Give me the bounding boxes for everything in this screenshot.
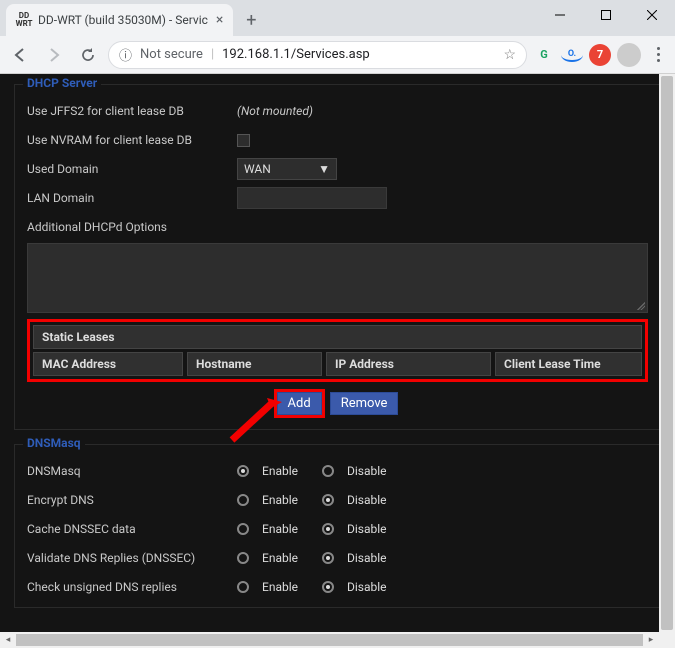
col-hostname: Hostname xyxy=(187,352,322,376)
dnsmasq-row-label: Validate DNS Replies (DNSSEC) xyxy=(27,551,237,565)
browser-menu-button[interactable] xyxy=(647,47,669,62)
horizontal-scrollbar[interactable]: ◂ ▸ xyxy=(0,632,675,648)
enable-radio[interactable] xyxy=(237,465,249,477)
col-client-lease-time: Client Lease Time xyxy=(495,352,642,376)
address-bar[interactable]: ⓘ Not secure | 192.168.1.1/Services.asp … xyxy=(108,41,527,69)
extension-grammarly-icon[interactable]: G xyxy=(533,44,555,66)
used-domain-select[interactable]: WAN ▼ xyxy=(237,158,337,180)
enable-label: Enable xyxy=(262,522,298,536)
browser-tab[interactable]: DDWRT DD-WRT (build 35030M) - Servic × xyxy=(6,4,233,36)
nvram-checkbox[interactable] xyxy=(237,134,250,147)
back-button[interactable] xyxy=(6,41,34,69)
disable-label: Disable xyxy=(347,464,387,478)
enable-radio[interactable] xyxy=(237,581,249,593)
lan-domain-label: LAN Domain xyxy=(27,191,237,205)
jffs2-label: Use JFFS2 for client lease DB xyxy=(27,104,237,118)
tab-title: DD-WRT (build 35030M) - Servic xyxy=(38,13,208,27)
col-mac: MAC Address xyxy=(33,352,183,376)
horizontal-scroll-thumb[interactable] xyxy=(16,634,645,646)
new-tab-button[interactable]: + xyxy=(237,6,265,34)
additional-options-textarea[interactable] xyxy=(27,243,648,313)
jffs2-note: (Not mounted) xyxy=(237,104,313,118)
profile-avatar[interactable] xyxy=(617,43,641,67)
lease-buttons-row: Add Remove xyxy=(27,392,648,415)
dhcp-legend: DHCP Server xyxy=(23,76,101,90)
window-titlebar: DDWRT DD-WRT (build 35030M) - Servic × + xyxy=(0,0,675,36)
disable-label: Disable xyxy=(347,551,387,565)
enable-label: Enable xyxy=(262,464,298,478)
chevron-down-icon: ▼ xyxy=(318,162,330,176)
reload-button[interactable] xyxy=(74,41,102,69)
enable-radio[interactable] xyxy=(237,523,249,535)
favicon: DDWRT xyxy=(16,12,32,28)
dnsmasq-row-label: DNSMasq xyxy=(27,464,237,478)
static-leases-highlight: Static Leases MAC Address Hostname IP Ad… xyxy=(27,319,648,382)
enable-label: Enable xyxy=(262,551,298,565)
disable-label: Disable xyxy=(347,522,387,536)
enable-label: Enable xyxy=(262,580,298,594)
forward-button[interactable] xyxy=(40,41,68,69)
disable-radio[interactable] xyxy=(322,523,334,535)
scroll-left-arrow[interactable]: ◂ xyxy=(0,632,16,648)
site-info-icon[interactable]: ⓘ xyxy=(119,45,132,64)
dhcp-server-fieldset: DHCP Server Use JFFS2 for client lease D… xyxy=(14,84,661,430)
extension-red-icon[interactable]: 7 xyxy=(589,44,611,66)
vertical-scrollbar[interactable] xyxy=(659,74,675,632)
disable-label: Disable xyxy=(347,493,387,507)
static-leases-header: Static Leases xyxy=(33,325,642,349)
window-minimize-button[interactable] xyxy=(537,0,583,30)
dnsmasq-row: Encrypt DNS Enable Disable xyxy=(27,487,648,513)
dnsmasq-row: Validate DNS Replies (DNSSEC) Enable Disab… xyxy=(27,545,648,571)
add-button[interactable]: Add xyxy=(277,392,322,415)
dnsmasq-row-label: Check unsigned DNS replies xyxy=(27,580,237,594)
enable-label: Enable xyxy=(262,493,298,507)
additional-options-label: Additional DHCPd Options xyxy=(27,220,167,234)
close-tab-icon[interactable]: × xyxy=(216,12,223,28)
disable-label: Disable xyxy=(347,580,387,594)
static-leases-columns: MAC Address Hostname IP Address Client L… xyxy=(33,352,642,376)
disable-radio[interactable] xyxy=(322,581,334,593)
disable-radio[interactable] xyxy=(322,465,334,477)
col-ip: IP Address xyxy=(326,352,491,376)
disable-radio[interactable] xyxy=(322,494,334,506)
dnsmasq-row-label: Cache DNSSEC data xyxy=(27,522,237,536)
remove-button[interactable]: Remove xyxy=(330,392,399,415)
used-domain-label: Used Domain xyxy=(27,162,237,176)
dnsmasq-fieldset: DNSMasq DNSMasqEnableDisableEncrypt DNSE… xyxy=(14,444,661,608)
scroll-right-arrow[interactable]: ▸ xyxy=(643,632,659,648)
nvram-label: Use NVRAM for client lease DB xyxy=(27,133,237,147)
window-close-button[interactable] xyxy=(629,0,675,30)
enable-radio[interactable] xyxy=(237,552,249,564)
disable-radio[interactable] xyxy=(322,552,334,564)
dnsmasq-row: Check unsigned DNS replies Enable Disable xyxy=(27,574,648,600)
dnsmasq-legend: DNSMasq xyxy=(23,436,85,450)
browser-toolbar: ⓘ Not secure | 192.168.1.1/Services.asp … xyxy=(0,36,675,74)
dnsmasq-row: DNSMasq Enable Disable xyxy=(27,458,648,484)
vertical-scroll-thumb[interactable] xyxy=(661,76,673,630)
page-content: DHCP Server Use JFFS2 for client lease D… xyxy=(0,74,675,632)
dnsmasq-row: Cache DNSSEC data Enable Disable xyxy=(27,516,648,542)
extension-blue-icon[interactable]: О. xyxy=(561,48,583,62)
bookmark-star-icon[interactable]: ☆ xyxy=(503,47,516,63)
dnsmasq-row-label: Encrypt DNS xyxy=(27,493,237,507)
lan-domain-input[interactable] xyxy=(237,187,387,209)
enable-radio[interactable] xyxy=(237,494,249,506)
url-text: 192.168.1.1/Services.asp xyxy=(222,47,370,62)
window-maximize-button[interactable] xyxy=(583,0,629,30)
security-label: Not secure xyxy=(140,47,203,62)
